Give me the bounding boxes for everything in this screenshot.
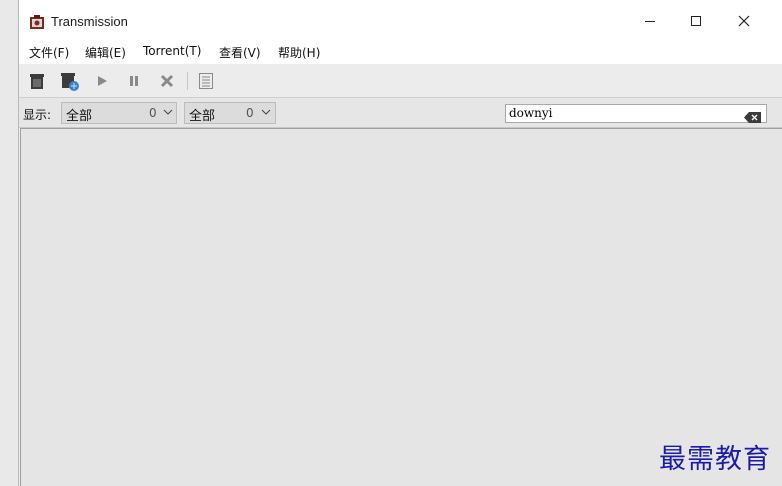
tracker-filter-combo[interactable]: 全部 0 <box>184 102 276 124</box>
activity-filter-count: 0 <box>149 106 157 120</box>
chevron-down-icon <box>163 109 173 115</box>
add-url-icon <box>61 73 79 91</box>
backspace-clear-icon <box>744 112 761 123</box>
title-bar: Transmission <box>19 0 782 42</box>
window-title: Transmission <box>51 14 128 29</box>
minimize-button[interactable] <box>627 0 673 42</box>
start-button[interactable] <box>91 70 113 92</box>
activity-filter-combo[interactable]: 全部 0 <box>61 102 177 124</box>
remove-button[interactable] <box>156 70 178 92</box>
properties-icon <box>199 73 213 89</box>
start-icon <box>98 76 107 86</box>
properties-button[interactable] <box>195 70 217 92</box>
filter-bar: 显示: 全部 0 全部 0 downyi <box>19 98 782 128</box>
toolbar <box>19 64 782 98</box>
show-label: 显示: <box>23 108 52 122</box>
transmission-app-icon <box>29 14 45 30</box>
chevron-down-icon <box>261 109 271 115</box>
close-icon <box>738 15 750 27</box>
tracker-filter-value: 全部 <box>189 109 216 124</box>
tracker-filter-count: 0 <box>246 106 254 120</box>
pause-button[interactable] <box>123 70 145 92</box>
minimize-icon <box>645 21 655 22</box>
close-button[interactable] <box>721 0 767 42</box>
activity-filter-value: 全部 <box>66 109 93 124</box>
menu-bar: 文件(F) 编辑(E) Torrent(T) 查看(V) 帮助(H) <box>19 40 782 64</box>
add-url-button[interactable] <box>59 70 81 92</box>
torrent-list[interactable] <box>20 128 782 486</box>
app-window: Transmission 文件(F) 编辑(E) Torrent(T) 查看(V… <box>18 0 782 486</box>
open-torrent-icon <box>30 74 44 89</box>
search-value: downyi <box>509 106 553 120</box>
maximize-button[interactable] <box>673 0 719 42</box>
clear-search-button[interactable] <box>744 108 762 127</box>
remove-icon <box>160 74 174 88</box>
menu-edit[interactable]: 编辑(E) <box>85 44 126 61</box>
pause-icon <box>130 76 138 86</box>
maximize-icon <box>691 16 701 26</box>
toolbar-separator <box>187 72 188 90</box>
menu-file[interactable]: 文件(F) <box>29 44 69 61</box>
menu-help[interactable]: 帮助(H) <box>278 44 320 61</box>
open-torrent-button[interactable] <box>27 70 49 92</box>
watermark-text: 最需教育 <box>659 444 771 475</box>
search-input[interactable]: downyi <box>505 104 767 123</box>
menu-view[interactable]: 查看(V) <box>219 44 261 61</box>
menu-torrent[interactable]: Torrent(T) <box>143 44 201 58</box>
